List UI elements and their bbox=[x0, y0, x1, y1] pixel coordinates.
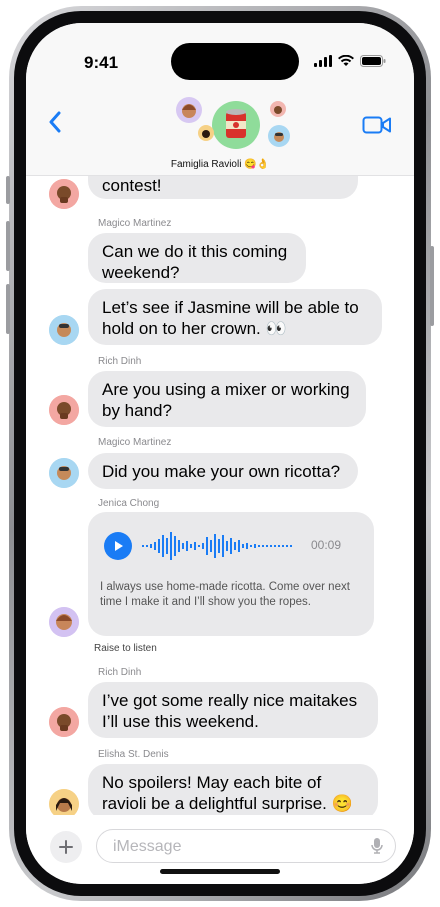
power-button bbox=[430, 246, 434, 326]
message-text-line: Let’s see if Jasmine will be able to bbox=[102, 298, 359, 317]
video-camera-icon bbox=[362, 116, 391, 134]
group-photo bbox=[212, 101, 260, 149]
message-text-line: Are you using a mixer or working bbox=[102, 380, 350, 399]
message-text-line: hold on to her crown. 👀 bbox=[102, 319, 287, 338]
avatar[interactable] bbox=[49, 458, 79, 488]
tomato-can-icon bbox=[226, 109, 246, 138]
audio-message-bubble[interactable]: 00:09 I always use home-made ricotta. Co… bbox=[88, 512, 374, 636]
message-text-line: weekend? bbox=[102, 263, 180, 282]
group-avatar-cluster[interactable] bbox=[176, 97, 296, 157]
message-bubble[interactable]: Can we do it this coming weekend? bbox=[88, 233, 306, 283]
status-icons bbox=[314, 55, 386, 67]
avatar[interactable] bbox=[49, 179, 79, 209]
sender-name: Rich Dinh bbox=[98, 356, 142, 367]
avatar[interactable] bbox=[49, 707, 79, 737]
home-indicator[interactable] bbox=[160, 869, 280, 874]
avatar[interactable] bbox=[49, 789, 79, 815]
member-avatar bbox=[198, 125, 214, 141]
microphone-icon bbox=[371, 838, 383, 854]
volume-down-button bbox=[6, 284, 10, 334]
group-name[interactable]: Famiglia Ravioli 😋👌 bbox=[26, 159, 414, 170]
status-time: 9:41 bbox=[84, 53, 119, 72]
apps-button[interactable] bbox=[50, 831, 82, 863]
sender-name: Magico Martinez bbox=[98, 437, 172, 448]
member-avatar bbox=[268, 125, 290, 147]
sender-name: Magico Martinez bbox=[98, 218, 172, 229]
message-text-line: I’ll use this weekend. bbox=[102, 712, 259, 731]
message-input-placeholder: iMessage bbox=[113, 838, 182, 855]
message-bubble[interactable]: No spoilers! May each bite of ravioli be… bbox=[88, 764, 378, 815]
message-text-line: No spoilers! May each bite of bbox=[102, 773, 322, 792]
avatar[interactable] bbox=[49, 315, 79, 345]
conversation-header: 9:41 Famiglia Ravioli 😋👌 bbox=[26, 23, 414, 176]
audio-duration: 00:09 bbox=[311, 538, 342, 552]
audio-transcript: I always use home-made ricotta. Come ove… bbox=[100, 581, 350, 608]
chevron-left-icon bbox=[49, 111, 61, 133]
dynamic-island bbox=[171, 43, 299, 80]
message-list[interactable]: contest! Magico Martinez Can we do it th… bbox=[26, 175, 414, 815]
message-text-line: I’ve got some really nice maitakes bbox=[102, 691, 358, 710]
message-bubble[interactable]: Are you using a mixer or working by hand… bbox=[88, 371, 366, 427]
waveform[interactable] bbox=[142, 526, 304, 566]
volume-up-button bbox=[6, 221, 10, 271]
sender-name: Rich Dinh bbox=[98, 667, 142, 678]
message-bubble[interactable]: Did you make your own ricotta? bbox=[88, 453, 358, 489]
avatar[interactable] bbox=[49, 607, 79, 637]
battery-icon bbox=[360, 55, 386, 67]
message-text: Did you make your own ricotta? bbox=[102, 462, 341, 481]
sender-name: Elisha St. Denis bbox=[98, 749, 169, 760]
cellular-signal-icon bbox=[314, 55, 332, 67]
raise-to-listen-label: Raise to listen bbox=[94, 643, 157, 654]
message-text: contest! bbox=[102, 176, 162, 195]
message-bubble[interactable]: I’ve got some really nice maitakes I’ll … bbox=[88, 682, 378, 738]
message-input[interactable]: iMessage bbox=[96, 829, 396, 863]
screen: contest! Magico Martinez Can we do it th… bbox=[26, 23, 414, 884]
play-button[interactable] bbox=[104, 532, 132, 560]
message-bubble[interactable]: contest! bbox=[88, 175, 358, 199]
silent-switch bbox=[6, 176, 10, 204]
message-bubble[interactable]: Let’s see if Jasmine will be able to hol… bbox=[88, 289, 382, 345]
member-avatar bbox=[270, 101, 286, 117]
plus-icon bbox=[59, 840, 73, 854]
message-text-line: by hand? bbox=[102, 401, 172, 420]
phone-bezel: contest! Magico Martinez Can we do it th… bbox=[14, 11, 426, 896]
sender-name: Jenica Chong bbox=[98, 498, 160, 509]
message-text-line: ravioli be a delightful surprise. 😊 bbox=[102, 794, 353, 813]
dictation-button[interactable] bbox=[371, 837, 383, 860]
back-button[interactable] bbox=[48, 111, 62, 138]
phone-frame: contest! Magico Martinez Can we do it th… bbox=[6, 6, 434, 901]
avatar[interactable] bbox=[49, 395, 79, 425]
wifi-icon bbox=[338, 55, 354, 66]
facetime-button[interactable] bbox=[362, 115, 392, 140]
message-text-line: Can we do it this coming bbox=[102, 242, 288, 261]
member-avatar bbox=[176, 97, 202, 123]
play-icon bbox=[115, 541, 123, 551]
